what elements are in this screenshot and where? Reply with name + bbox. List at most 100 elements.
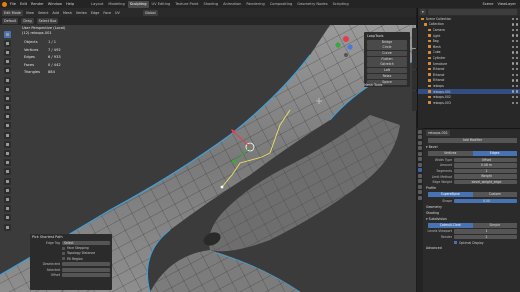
modifier-tab[interactable] [418,168,422,172]
camera-render-icon[interactable] [515,62,518,65]
visibility-eye-icon[interactable] [511,84,515,88]
poly-build-tool[interactable] [3,159,11,167]
loop-cut-tool[interactable] [3,140,11,148]
outliner-row[interactable]: Armature [418,61,520,67]
menu-edit[interactable]: Edit [20,2,27,6]
render-tab[interactable] [418,135,422,139]
outliner-row[interactable]: reloops.003 [418,100,520,106]
operator-checkbox[interactable] [62,251,65,255]
visibility-eye-icon[interactable] [511,39,515,43]
outliner-row[interactable]: Mesh [418,44,520,50]
operator-field[interactable]: Select [62,240,110,245]
move-tool[interactable] [3,48,11,56]
profile-type-option[interactable]: Custom [472,191,517,197]
orientation-selector[interactable]: Global [142,9,158,16]
object-name-field[interactable]: reloops.001 [426,130,450,136]
visibility-eye-icon[interactable] [511,67,515,71]
shrink-fatten-tool[interactable] [3,195,11,203]
looptools-gstretch-button[interactable]: Gstretch [367,62,407,68]
scene-tab[interactable] [418,151,422,156]
advanced-section[interactable]: Advanced [418,245,520,251]
visibility-eye-icon[interactable] [511,51,515,54]
outliner-row[interactable]: Cube [418,50,520,56]
camera-render-icon[interactable] [515,39,518,43]
workspace-tab[interactable]: UV Editing [150,1,173,8]
add-cube-tool[interactable] [3,104,11,112]
looptools-title[interactable]: LoopTools [365,33,409,39]
outliner-row[interactable]: Light [418,33,520,39]
optimal-display-checkbox[interactable] [454,241,457,245]
bevel-modifier-header[interactable]: ▾ Bevel [418,144,520,150]
viewport-menu-mesh[interactable]: Mesh [63,11,72,15]
outliner-row[interactable]: reloops.002 [418,94,520,100]
camera-render-icon[interactable] [515,73,518,76]
visibility-eye-icon[interactable] [511,101,515,104]
workspace-tab[interactable]: Layout [89,1,105,8]
blender-logo-icon[interactable] [2,1,7,7]
workspace-tab[interactable]: Texture Paint [173,1,200,8]
annotate-tool[interactable] [3,85,11,93]
camera-render-icon[interactable] [515,17,518,20]
camera-render-icon[interactable] [515,23,518,26]
property-field[interactable]: 1 [454,168,517,174]
mesh-tools-panel[interactable]: Mesh Tools [364,83,382,87]
affect-option[interactable]: Vertices [428,151,473,156]
rip-tool[interactable] [3,214,11,222]
outliner-row[interactable]: Scene Collection [418,16,520,22]
property-field[interactable]: bevel_weight_edge [454,179,517,185]
viewport-menu-view[interactable]: View [26,11,34,15]
operator-field[interactable] [62,267,110,272]
spin-tool[interactable] [3,168,11,176]
material-tab[interactable] [418,195,422,200]
workspace-tab[interactable]: Compositing [268,1,295,8]
property-field[interactable]: 0.08 m [454,163,517,168]
bevel-tool[interactable] [3,131,11,139]
tool-tab[interactable] [418,129,422,134]
menu-render[interactable]: Render [31,2,44,6]
camera-render-icon[interactable] [515,51,518,54]
outliner-row[interactable]: reloops.001 [418,88,520,95]
operator-checkbox[interactable] [62,257,65,261]
workspace-tab[interactable]: Animation [221,1,243,8]
outliner-row[interactable]: Cylinder [418,55,520,61]
visibility-eye-icon[interactable] [511,28,515,32]
operator-field[interactable] [62,262,110,267]
camera-render-icon[interactable] [515,101,518,104]
viewport-menu-vertex[interactable]: Vertex [76,11,87,15]
select-box-tool[interactable] [3,30,11,38]
camera-render-icon[interactable] [515,67,518,71]
scene-selector[interactable]: Scene [482,2,493,6]
outliner-display-mode[interactable]: ▾ [420,9,426,15]
outliner-search-input[interactable] [427,9,517,15]
pivot-selector[interactable]: Default [2,18,19,24]
visibility-eye-icon[interactable] [511,45,515,48]
rotate-tool[interactable] [3,58,11,66]
workspace-tab[interactable]: Modeling [106,1,126,8]
visibility-eye-icon[interactable] [511,23,515,26]
outliner-row[interactable]: reloops [418,83,520,89]
property-field[interactable]: 2 [454,234,517,240]
mode-selector[interactable]: Edit Mode [2,9,23,16]
smooth-tool[interactable] [3,177,11,185]
property-field[interactable]: Offset [454,157,517,162]
circle-tool[interactable] [3,223,11,231]
menu-help[interactable]: Help [66,2,74,6]
camera-render-icon[interactable] [515,28,518,32]
subdivision-modifier-header[interactable]: ▾ Subdivision [418,216,520,222]
outliner-row[interactable]: Ethanol [418,72,520,78]
shear-tool[interactable] [3,205,11,213]
workspace-tab[interactable]: Shading [201,1,220,8]
cursor-tool[interactable] [3,39,11,47]
profile-type-option[interactable]: Superellipse [428,191,473,197]
subdiv-type-option[interactable]: Simple [472,222,517,228]
camera-render-icon[interactable] [515,79,518,82]
subdiv-type-option[interactable]: Catmull-Clark [428,222,473,228]
affect-option[interactable]: Edges [472,151,517,156]
object-tab[interactable] [418,162,422,167]
workspace-tab[interactable]: Geometry Nodes [295,1,329,8]
visibility-eye-icon[interactable] [511,90,515,93]
extrude-tool[interactable] [3,113,11,121]
viewport-menu-edge[interactable]: Edge [91,11,100,15]
workspace-tab[interactable]: Scripting [331,1,351,8]
viewport-menu-select[interactable]: Select [38,11,48,15]
